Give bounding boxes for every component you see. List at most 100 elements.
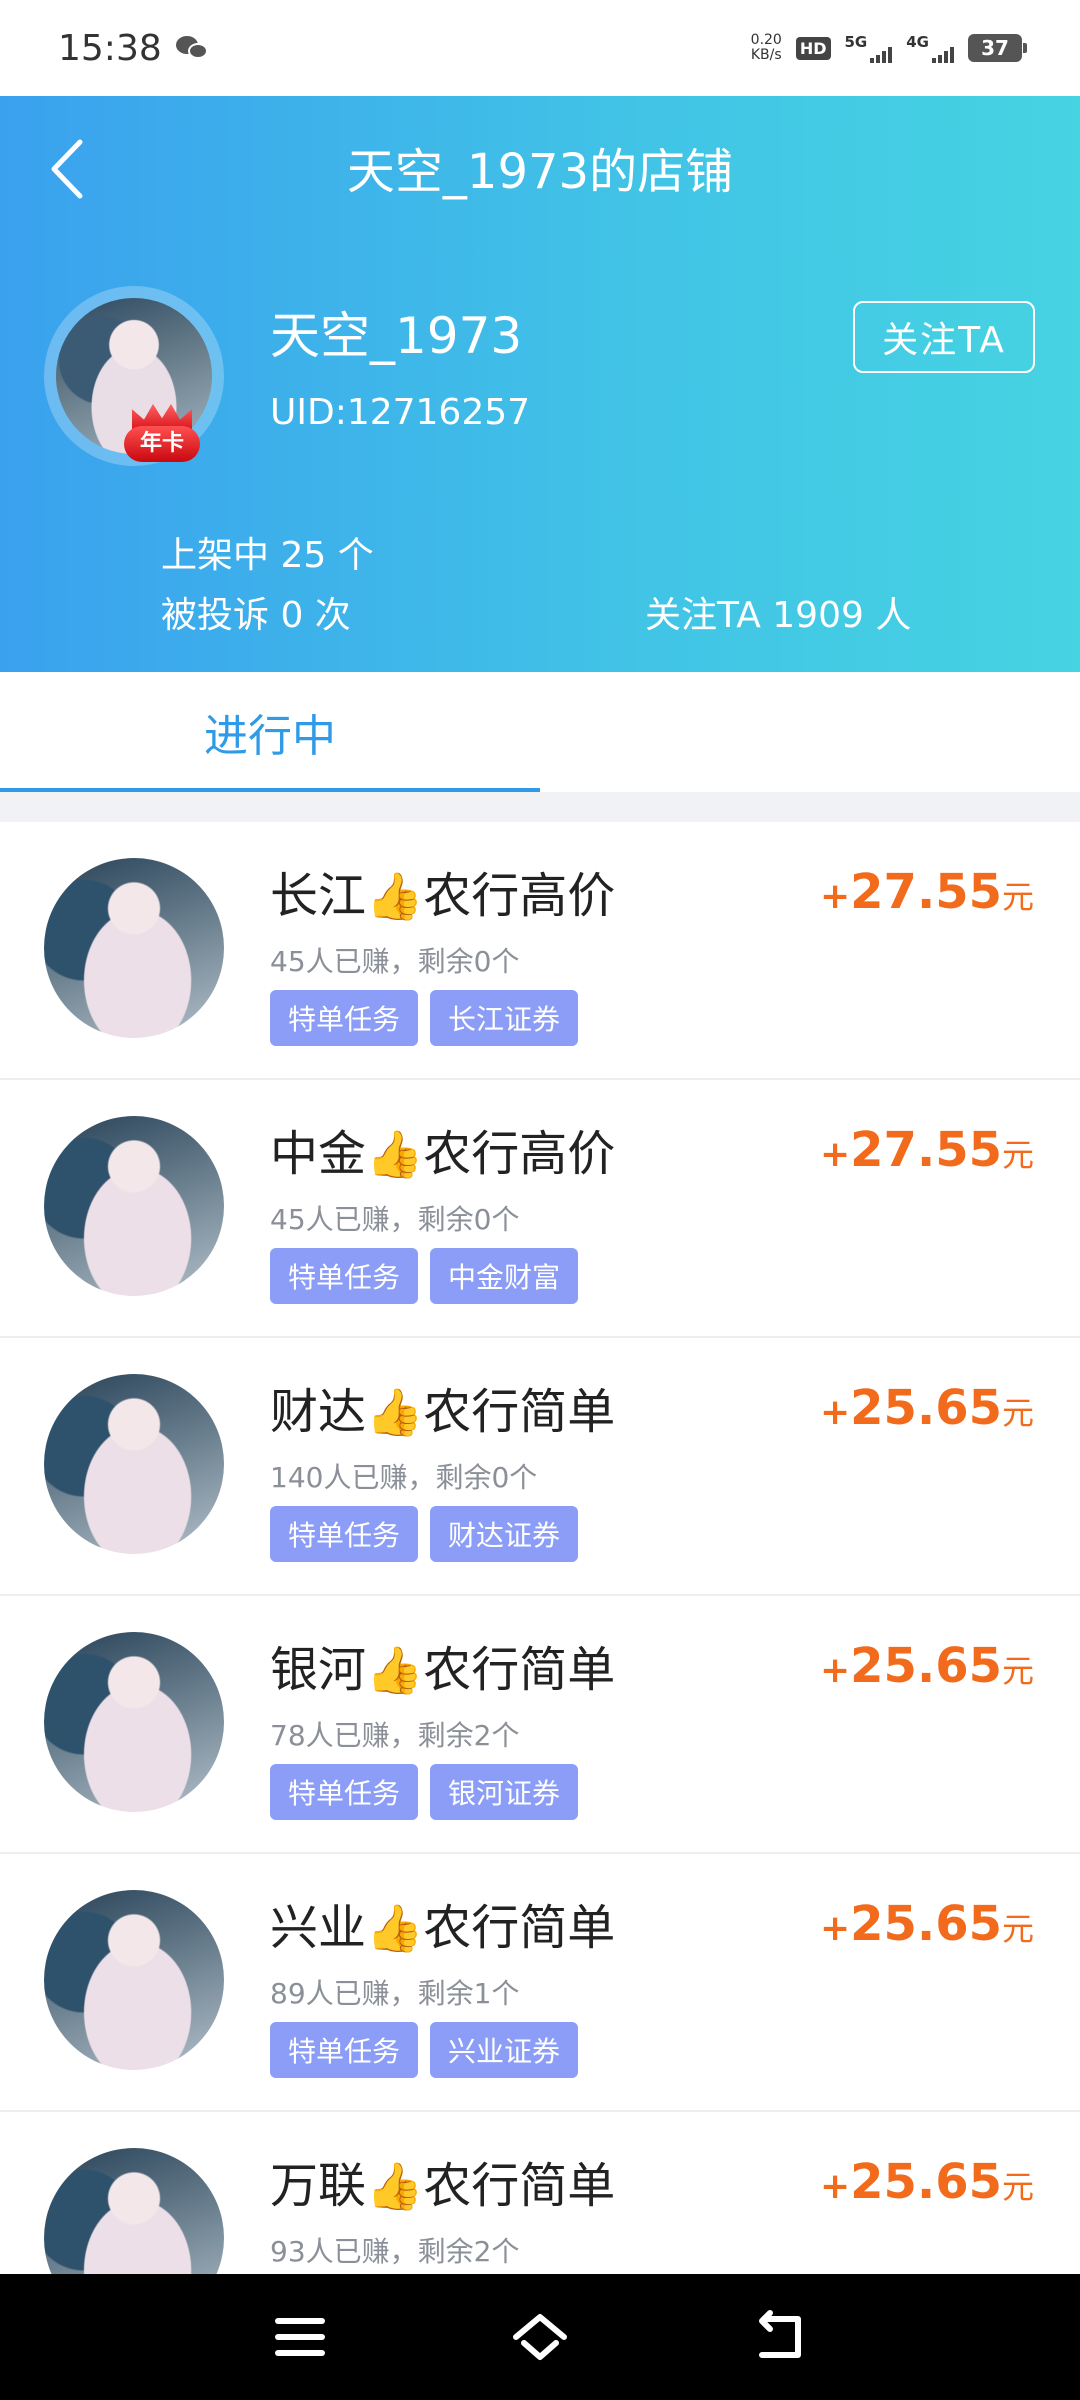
task-progress: 140人已赚，剩余0个	[270, 1461, 538, 1494]
task-title-suffix: 农行简单	[423, 2158, 616, 2214]
thumbs-up-icon: 👍	[366, 1901, 424, 1955]
signal-4g-icon: 4G	[906, 33, 954, 63]
task-title-prefix: 兴业	[270, 1900, 367, 1956]
tag-broker: 兴业证券	[430, 2022, 579, 2078]
stat-complaints: 被投诉 0 次	[161, 595, 351, 636]
task-item[interactable]: 长江👍农行高价 45人已赚，剩余0个 特单任务 长江证券 +27.55 元	[0, 822, 1080, 1080]
task-item[interactable]: 中金👍农行高价 45人已赚，剩余0个 特单任务 中金财富 +27.55 元	[0, 1080, 1080, 1338]
reward-amount: 25.65	[850, 1380, 1002, 1436]
status-bar: 15:38 0.20 KB/s HD 5G 4G 37	[0, 0, 1080, 96]
reward-amount: 25.65	[850, 2154, 1002, 2210]
task-item[interactable]: 财达👍农行简单 140人已赚，剩余0个 特单任务 财达证券 +25.65 元	[0, 1338, 1080, 1596]
task-title: 银河👍农行简单	[270, 1630, 615, 1700]
task-tags: 特单任务 长江证券	[270, 990, 579, 1046]
task-avatar	[44, 1890, 224, 2070]
net-speed-value: 0.20	[750, 32, 782, 48]
thumbs-up-icon: 👍	[366, 869, 424, 923]
shop-name: 天空_1973	[270, 307, 523, 365]
task-title-prefix: 财达	[270, 1384, 367, 1440]
status-indicators: 0.20 KB/s HD 5G 4G 37	[751, 33, 1027, 63]
shop-header: 天空_1973的店铺 年卡 天空_1973 UID:12716257 关注TA …	[0, 96, 1080, 672]
shop-page: 15:38 0.20 KB/s HD 5G 4G 37 天空_1973的店铺 年…	[0, 0, 1080, 2400]
reward-amount: 25.65	[850, 1896, 1002, 1952]
task-avatar	[44, 1374, 224, 1554]
reward-amount: 25.65	[850, 1638, 1002, 1694]
signal-5g-label: 5G	[844, 33, 868, 51]
reward-plus: +	[819, 2166, 851, 2207]
tag-broker: 中金财富	[430, 1248, 579, 1304]
task-title-suffix: 农行简单	[423, 1900, 616, 1956]
tab-in-progress[interactable]: 进行中	[0, 672, 540, 792]
task-reward: +25.65 元	[820, 2154, 1034, 2210]
page-title: 天空_1973的店铺	[346, 144, 734, 200]
task-progress: 45人已赚，剩余0个	[270, 945, 520, 978]
wechat-icon	[175, 34, 210, 62]
task-title: 财达👍农行简单	[270, 1372, 615, 1442]
reward-unit: 元	[1001, 878, 1034, 916]
task-title: 万联👍农行简单	[270, 2146, 615, 2216]
status-time: 15:38	[58, 27, 162, 69]
task-avatar	[44, 1632, 224, 1812]
badge-label: 年卡	[124, 426, 200, 462]
net-speed: 0.20 KB/s	[751, 33, 782, 63]
task-progress: 93人已赚，剩余2个	[270, 2235, 520, 2268]
return-icon	[759, 2310, 801, 2358]
tag-broker: 长江证券	[430, 990, 579, 1046]
task-reward: +25.65 元	[820, 1380, 1034, 1436]
thumbs-up-icon: 👍	[366, 1643, 424, 1697]
reward-amount: 27.55	[850, 864, 1002, 920]
task-title: 兴业👍农行简单	[270, 1888, 615, 1958]
annual-card-badge: 年卡	[124, 404, 200, 466]
reward-unit: 元	[1001, 1652, 1034, 1690]
reward-plus: +	[819, 1134, 851, 1175]
system-nav-bar	[0, 2274, 1080, 2400]
task-progress: 45人已赚，剩余0个	[270, 1203, 520, 1236]
task-avatar	[44, 858, 224, 1038]
tag-special: 特单任务	[270, 1764, 419, 1820]
reward-unit: 元	[1001, 1394, 1034, 1432]
task-title-prefix: 中金	[270, 1126, 367, 1182]
shop-uid: UID:12716257	[270, 392, 531, 433]
task-avatar	[44, 1116, 224, 1296]
task-reward: +25.65 元	[820, 1896, 1034, 1952]
reward-plus: +	[819, 1392, 851, 1433]
stat-listed: 上架中 25 个	[161, 535, 374, 576]
reward-unit: 元	[1001, 2168, 1034, 2206]
net-speed-unit: KB/s	[750, 47, 782, 63]
task-title-prefix: 万联	[270, 2158, 367, 2214]
home-button[interactable]	[500, 2307, 580, 2367]
menu-button[interactable]	[260, 2307, 340, 2367]
hd-icon: HD	[795, 36, 831, 60]
thumbs-up-icon: 👍	[366, 1127, 424, 1181]
task-title-suffix: 农行简单	[423, 1384, 616, 1440]
reward-unit: 元	[1001, 1910, 1034, 1948]
tag-special: 特单任务	[270, 990, 419, 1046]
reward-unit: 元	[1001, 1136, 1034, 1174]
tag-special: 特单任务	[270, 2022, 419, 2078]
task-tags: 特单任务 中金财富	[270, 1248, 579, 1304]
task-item[interactable]: 兴业👍农行简单 89人已赚，剩余1个 特单任务 兴业证券 +25.65 元	[0, 1854, 1080, 2112]
tag-special: 特单任务	[270, 1506, 419, 1562]
task-progress: 89人已赚，剩余1个	[270, 1977, 520, 2010]
section-divider	[0, 792, 1080, 822]
task-list: 长江👍农行高价 45人已赚，剩余0个 特单任务 长江证券 +27.55 元 中金👍…	[0, 822, 1080, 2370]
shop-avatar[interactable]: 年卡	[44, 286, 224, 466]
signal-5g-icon: 5G	[845, 33, 893, 63]
reward-plus: +	[819, 876, 851, 917]
task-item[interactable]: 银河👍农行简单 78人已赚，剩余2个 特单任务 银河证券 +25.65 元	[0, 1596, 1080, 1854]
task-title-prefix: 长江	[270, 868, 367, 924]
task-tags: 特单任务 银河证券	[270, 1764, 579, 1820]
task-title-suffix: 农行高价	[423, 868, 616, 924]
task-title: 长江👍农行高价	[270, 856, 615, 926]
menu-icon	[275, 2318, 325, 2356]
home-icon	[513, 2314, 567, 2360]
signal-4g-label: 4G	[906, 33, 929, 51]
tag-broker: 财达证券	[430, 1506, 579, 1562]
task-reward: +27.55 元	[820, 1122, 1034, 1178]
tag-special: 特单任务	[270, 1248, 419, 1304]
reward-amount: 27.55	[850, 1122, 1002, 1178]
back-nav-button[interactable]	[740, 2307, 820, 2367]
battery-icon: 37	[968, 34, 1027, 62]
follow-button[interactable]: 关注TA	[853, 301, 1035, 373]
tab-bar: 进行中	[0, 672, 1080, 792]
